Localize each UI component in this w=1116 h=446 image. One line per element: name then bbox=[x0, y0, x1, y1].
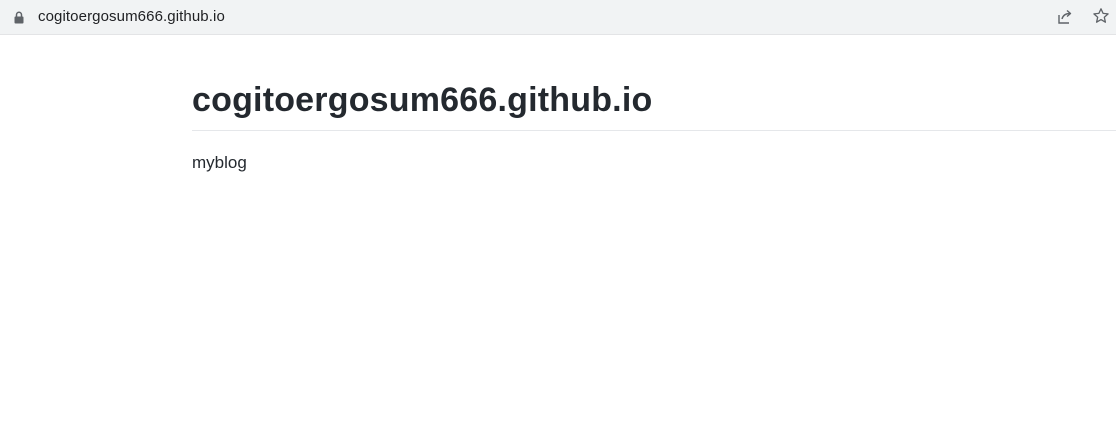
share-icon[interactable] bbox=[1056, 8, 1074, 26]
main-content: cogitoergosum666.github.io myblog bbox=[192, 36, 1116, 173]
url-text[interactable]: cogitoergosum666.github.io bbox=[38, 8, 225, 26]
lock-icon[interactable] bbox=[14, 11, 24, 24]
page-title: cogitoergosum666.github.io bbox=[192, 36, 1116, 131]
page-description: myblog bbox=[192, 153, 247, 172]
star-icon[interactable] bbox=[1092, 7, 1110, 25]
address-bar[interactable]: cogitoergosum666.github.io bbox=[0, 0, 1116, 35]
